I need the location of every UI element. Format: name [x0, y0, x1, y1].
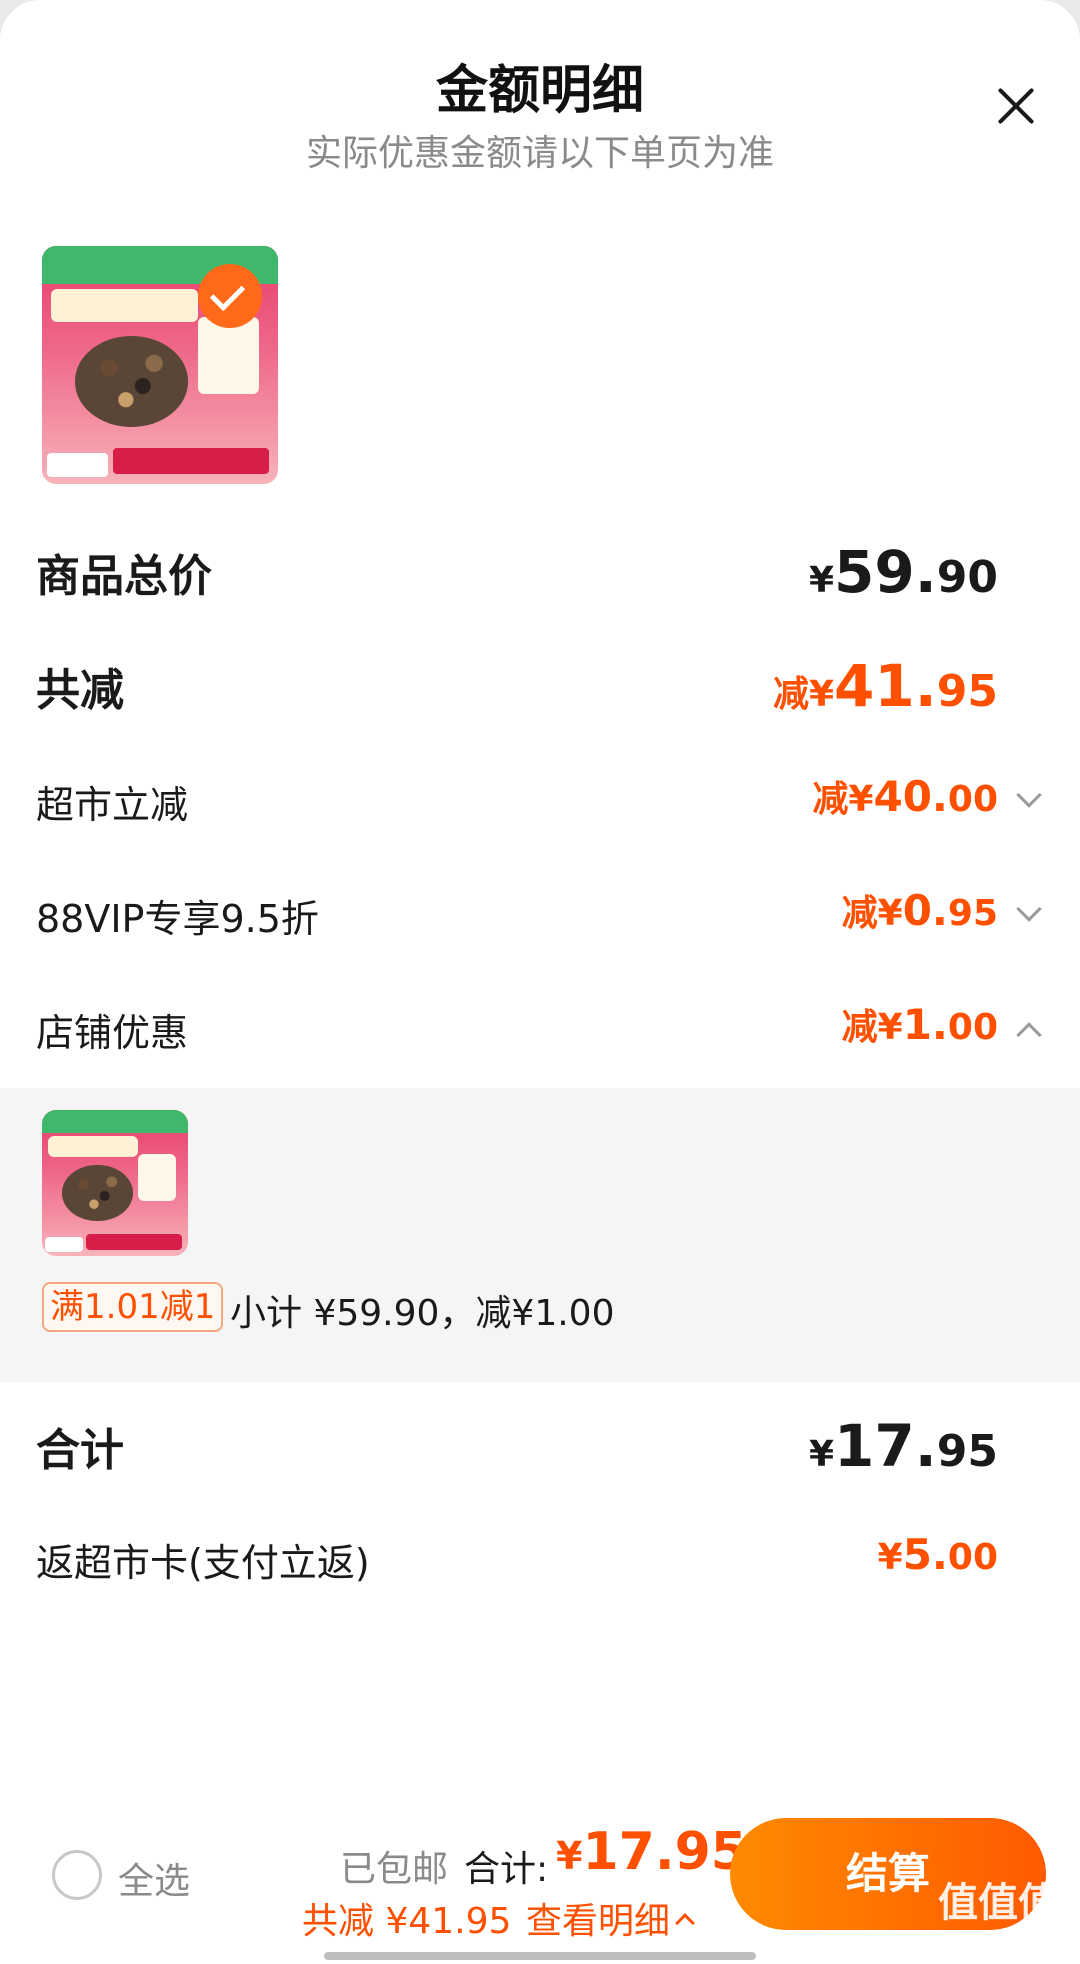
- total-reduce-amount: 减¥41.95: [772, 652, 998, 720]
- rebate-amount: ¥5.00: [877, 1530, 998, 1579]
- promo-tag: 满1.01减1: [42, 1282, 224, 1332]
- select-all-label[interactable]: 全选: [118, 1852, 190, 1904]
- chevron-down-icon[interactable]: [1016, 782, 1042, 808]
- sheet-subtitle: 实际优惠金额请以下单页为准: [305, 133, 774, 174]
- close-icon[interactable]: [996, 86, 1036, 126]
- chevron-up-icon[interactable]: [1016, 1022, 1042, 1048]
- view-detail-label: 查看明细: [526, 1901, 671, 1942]
- bottom-savings: 共减 ¥41.95: [302, 1901, 512, 1942]
- total-reduce-label: 共减: [36, 665, 124, 716]
- discount-amount-supermarket[interactable]: 减¥40.00: [812, 770, 998, 822]
- bottom-total-label: 合计:: [464, 1849, 549, 1890]
- free-shipping-label: 已包邮: [340, 1849, 449, 1890]
- discount-label-88vip[interactable]: 88VIP专享9.5折: [36, 888, 319, 943]
- store-product-image[interactable]: [42, 1110, 188, 1256]
- amount-detail-sheet: 金额明细 实际优惠金额请以下单页为准 商品总价 ¥59.90 共减 减¥41.9…: [0, 0, 1080, 1964]
- home-indicator[interactable]: [324, 1952, 756, 1960]
- watermark: 值值值: [938, 1880, 1058, 1926]
- sheet-title: 金额明细: [435, 61, 644, 121]
- total-amount: ¥17.95: [808, 1412, 998, 1480]
- discount-amount-88vip[interactable]: 减¥0.95: [842, 884, 998, 936]
- goods-total-amount: ¥59.90: [808, 538, 998, 606]
- discount-amount-store[interactable]: 减¥1.00: [842, 998, 998, 1050]
- discount-label-supermarket[interactable]: 超市立减: [36, 774, 188, 829]
- chevron-down-icon[interactable]: [1016, 896, 1042, 922]
- goods-total-label: 商品总价: [36, 551, 212, 602]
- chevron-up-icon: [675, 1913, 695, 1933]
- watermark-url: zhizhizhi.com: [940, 1930, 1050, 1949]
- view-detail-link[interactable]: 查看明细: [526, 1892, 695, 1944]
- select-all-radio[interactable]: [52, 1850, 102, 1900]
- discount-label-store[interactable]: 店铺优惠: [36, 1002, 188, 1057]
- selected-check-icon[interactable]: [198, 264, 262, 328]
- total-label: 合计: [36, 1425, 124, 1476]
- rebate-label: 返超市卡(支付立返): [36, 1541, 370, 1585]
- store-subtotal: 小计 ¥59.90，减¥1.00: [230, 1293, 615, 1334]
- bottom-total-amount: ¥17.95: [556, 1822, 747, 1882]
